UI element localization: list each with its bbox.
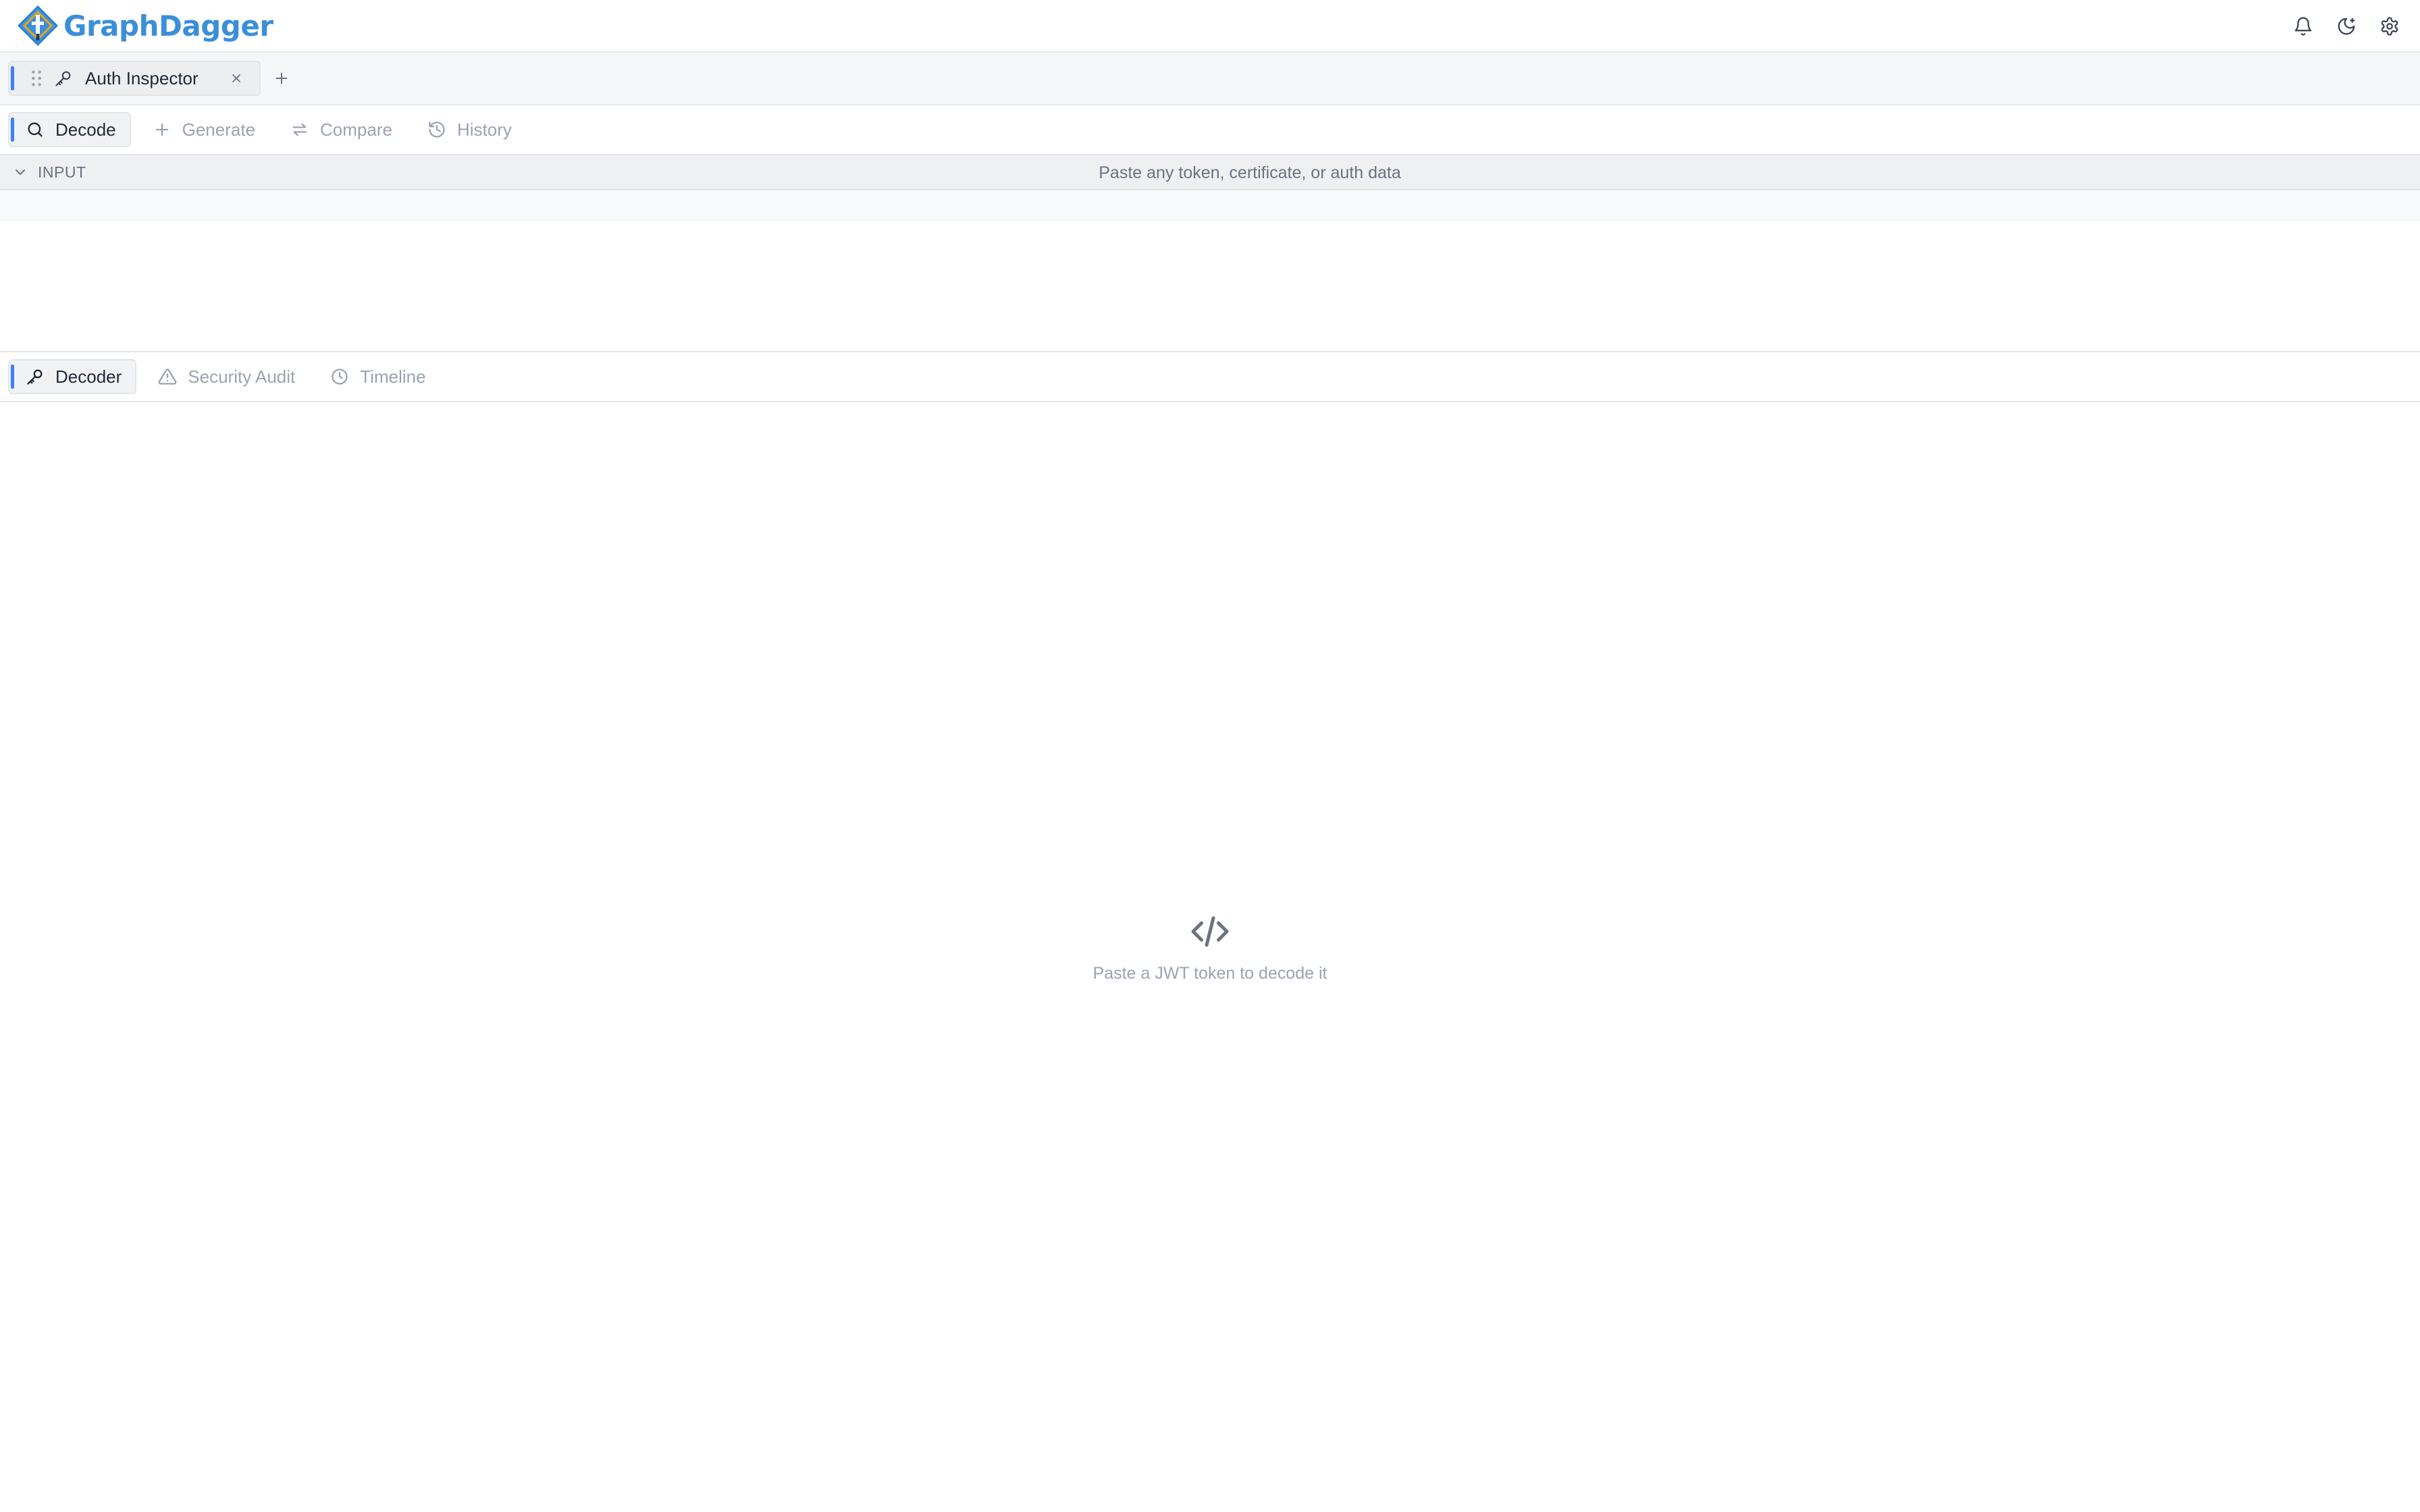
window-tab-label: Auth Inspector: [85, 68, 199, 88]
app-name: GraphDagger: [63, 9, 273, 43]
clock-icon: [332, 369, 348, 385]
token-input[interactable]: [0, 190, 2420, 352]
add-tab-button[interactable]: [271, 68, 292, 88]
tab-label: Decoder: [55, 366, 122, 387]
swap-icon: [292, 123, 307, 136]
tab-decoder[interactable]: Decoder: [8, 359, 137, 394]
close-icon[interactable]: [228, 70, 244, 86]
tab-compare[interactable]: Compare: [274, 112, 406, 147]
tab-label: Generate: [182, 119, 256, 140]
code-icon: [1191, 916, 1229, 947]
theme-toggle-button[interactable]: [2336, 16, 2357, 36]
input-section-title: INPUT: [38, 163, 86, 181]
tab-label: Compare: [320, 119, 392, 140]
app-logo[interactable]: GraphDagger: [16, 4, 273, 47]
tab-history[interactable]: History: [411, 112, 525, 147]
warning-icon: [158, 369, 177, 385]
bell-icon: [2294, 17, 2312, 36]
app-root: GraphDagger Auth Inspector Decode Genera…: [0, 0, 2420, 1512]
input-section-header[interactable]: INPUT Paste any token, certificate, or a…: [0, 155, 2420, 190]
settings-button[interactable]: [2379, 16, 2400, 36]
plus-icon: [155, 123, 168, 136]
dagger-logo-icon: [18, 5, 58, 46]
gear-icon: [2381, 17, 2398, 36]
tab-decode[interactable]: Decode: [8, 112, 131, 147]
search-icon: [28, 122, 43, 137]
tab-label: History: [456, 119, 512, 140]
key-icon: [55, 71, 71, 86]
tab-label: Decode: [55, 119, 116, 140]
empty-state-message: Paste a JWT token to decode it: [1093, 964, 1327, 983]
moon-icon: [2338, 18, 2355, 35]
key-icon: [27, 369, 43, 385]
drag-handle-icon[interactable]: [30, 70, 43, 87]
mode-toolbar: Decode Generate Compare History: [0, 105, 2420, 155]
notifications-button[interactable]: [2293, 16, 2313, 36]
window-tabs-bar: Auth Inspector: [0, 53, 2420, 105]
tab-timeline[interactable]: Timeline: [314, 359, 439, 394]
tab-generate[interactable]: Generate: [136, 112, 269, 147]
tab-label: Security Audit: [188, 366, 296, 387]
empty-state: Paste a JWT token to decode it: [0, 911, 2420, 983]
history-icon: [429, 122, 445, 138]
top-header: GraphDagger: [0, 0, 2420, 53]
chevron-down-icon[interactable]: [12, 164, 28, 180]
input-hint: Paste any token, certificate, or auth da…: [1099, 163, 1401, 182]
tab-label: Timeline: [360, 366, 426, 387]
header-actions: [2293, 0, 2420, 53]
result-tabs-bar: Decoder Security Audit Timeline: [0, 352, 2420, 402]
window-tab-auth-inspector[interactable]: Auth Inspector: [8, 61, 261, 96]
active-tab-indicator: [11, 66, 14, 90]
tab-security-audit[interactable]: Security Audit: [142, 359, 309, 394]
